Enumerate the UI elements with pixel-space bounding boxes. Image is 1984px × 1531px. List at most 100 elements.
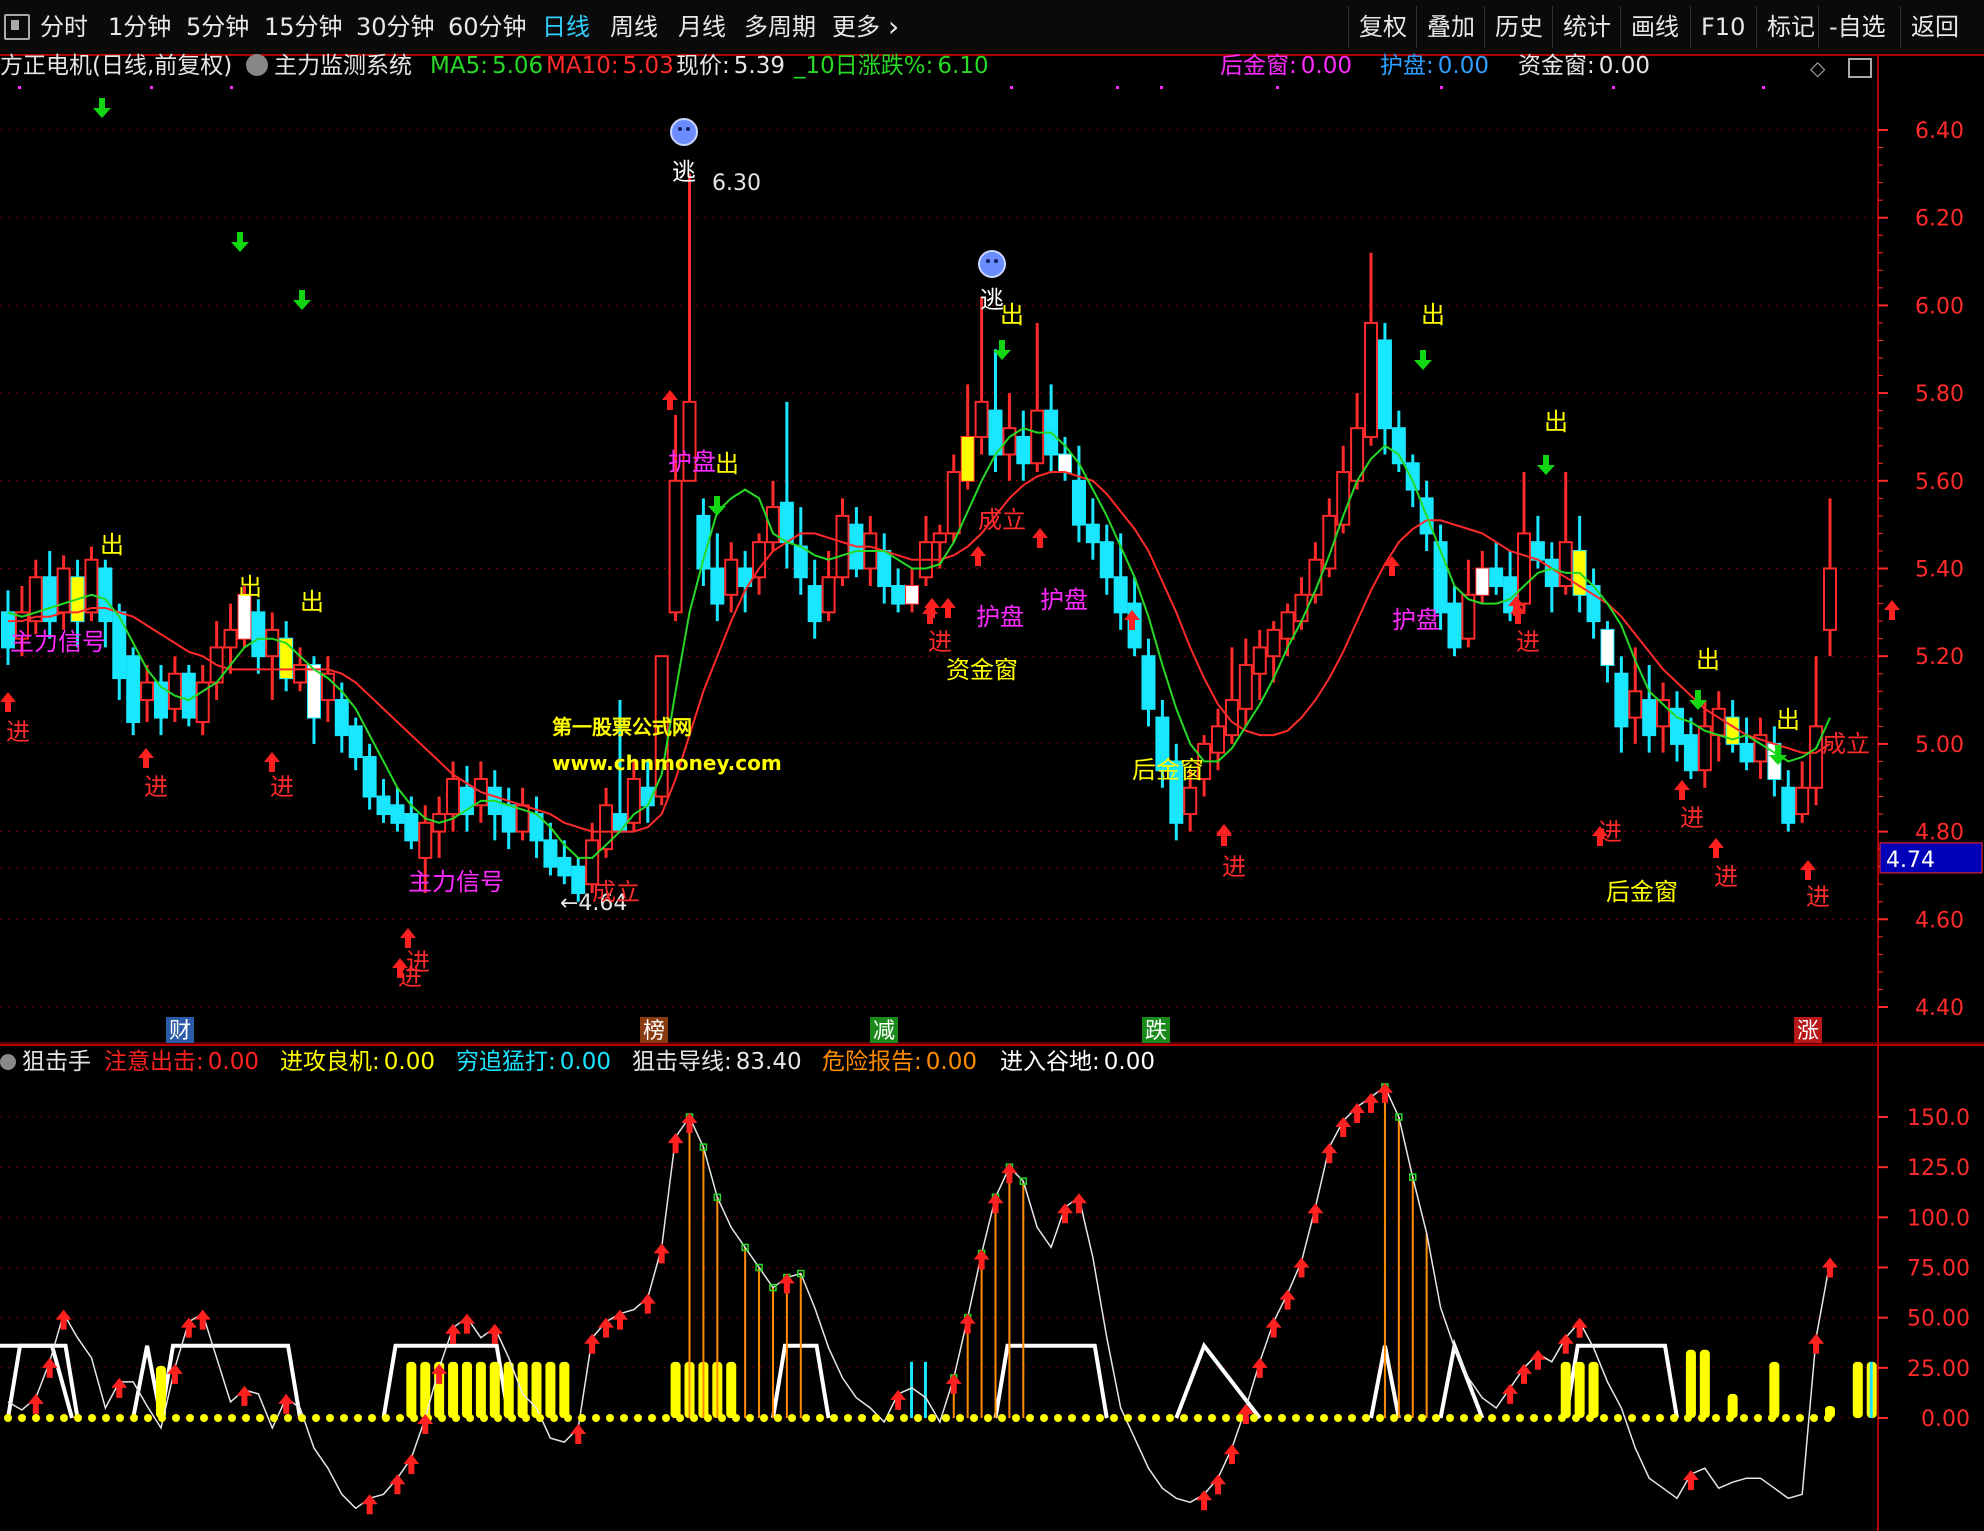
attack-arrow-icon: [1321, 1143, 1338, 1164]
candle-body: [501, 804, 516, 833]
zero-dot: [382, 1414, 390, 1422]
zero-dot: [1236, 1414, 1244, 1422]
candle-body: [1642, 699, 1657, 737]
price-tick-label: 6.00: [1915, 294, 1964, 319]
zero-dot: [592, 1414, 600, 1422]
sell-arrow-icon: [1537, 455, 1555, 475]
zero-dot: [312, 1414, 320, 1422]
attack-arrow-icon: [639, 1293, 656, 1314]
sell-label: 出: [1544, 408, 1568, 436]
zero-dot: [438, 1414, 446, 1422]
buy-label: 进: [1806, 883, 1830, 911]
price-tick-label: 5.20: [1915, 645, 1964, 670]
chart-area[interactable]: 6.40 6.20 6.00 5.80 5.60 5.40 5.20 5.00 4.80 4.60…: [0, 0, 1984, 1531]
zero-dot: [1614, 1414, 1622, 1422]
top-dot-marker: [230, 86, 233, 89]
attack-bar: [1699, 1349, 1710, 1418]
attack-arrow-icon: [890, 1389, 907, 1410]
buy-arrow-icon: [0, 692, 16, 712]
attack-bar: [475, 1361, 486, 1418]
zero-dot: [830, 1414, 838, 1422]
candle-body: [446, 777, 461, 816]
established-label: 成立: [978, 506, 1026, 534]
attack-bar: [1588, 1361, 1599, 1418]
candle-body: [793, 545, 808, 579]
protect-label: 护盘: [1392, 606, 1440, 634]
candle-body: [181, 672, 196, 719]
price-tick-label: 6.40: [1915, 119, 1964, 144]
zero-dot: [74, 1414, 82, 1422]
zero-dot: [1250, 1414, 1258, 1422]
attack-bar: [1769, 1361, 1780, 1418]
attack-arrow-icon: [1070, 1193, 1087, 1214]
candle-body: [821, 576, 836, 614]
price-tick-label: 5.00: [1915, 733, 1964, 758]
candle-body: [1016, 435, 1031, 465]
attack-arrow-icon: [1196, 1490, 1213, 1511]
attack-arrow-icon: [945, 1373, 962, 1394]
sell-arrow-icon: [93, 98, 111, 118]
zero-dot: [88, 1414, 96, 1422]
attack-arrow-icon: [458, 1313, 475, 1334]
zero-dot: [1684, 1414, 1692, 1422]
protect-label: 护盘: [668, 448, 716, 476]
price-tick-label: 4.60: [1915, 908, 1964, 933]
candle-body: [1530, 541, 1545, 561]
attack-arrow-icon: [584, 1333, 601, 1354]
event-badge-label: 榜: [643, 1019, 665, 1044]
signal-candle-body: [906, 586, 919, 604]
attack-arrow-icon: [1349, 1102, 1366, 1123]
zero-dot: [1698, 1414, 1706, 1422]
zero-dot: [872, 1414, 880, 1422]
zero-dot: [1040, 1414, 1048, 1422]
candle-body: [1544, 558, 1559, 588]
candle-body: [710, 567, 725, 605]
attack-arrow-icon: [1557, 1333, 1574, 1354]
zero-dot: [186, 1414, 194, 1422]
zero-dot: [1390, 1414, 1398, 1422]
zero-dot: [662, 1414, 670, 1422]
zero-dot: [774, 1414, 782, 1422]
candle-body: [404, 813, 419, 842]
attack-bar: [559, 1361, 570, 1418]
sell-label: 出: [1696, 646, 1720, 674]
signal-candle-body: [280, 638, 293, 679]
zero-dot: [270, 1414, 278, 1422]
pursuit-bar: [1869, 1361, 1873, 1418]
attack-bar: [1560, 1361, 1571, 1418]
zero-dot: [1712, 1414, 1720, 1422]
zero-dot: [1670, 1414, 1678, 1422]
attack-arrow-icon: [1335, 1117, 1352, 1138]
zero-dot: [4, 1414, 12, 1422]
candle-body: [348, 725, 363, 759]
zero-dot: [1082, 1414, 1090, 1422]
sell-label: 出: [1776, 706, 1800, 734]
top-dot-marker: [1612, 86, 1615, 89]
top-dot-marker: [1762, 86, 1765, 89]
candle-body: [1781, 786, 1796, 824]
attack-bar: [503, 1361, 514, 1418]
top-dot-marker: [1440, 86, 1443, 89]
zero-dot: [1334, 1414, 1342, 1422]
zero-dot: [1544, 1414, 1552, 1422]
zero-dot: [130, 1414, 138, 1422]
attack-arrow-icon: [1571, 1317, 1588, 1338]
candle-body: [1711, 707, 1726, 737]
attack-bar: [545, 1361, 556, 1418]
attack-arrow-icon: [1529, 1349, 1546, 1370]
zero-dot: [1642, 1414, 1650, 1422]
zero-dot: [1404, 1414, 1412, 1422]
zero-dot: [1208, 1414, 1216, 1422]
zero-dot: [1110, 1414, 1118, 1422]
zero-dot: [998, 1414, 1006, 1422]
candle-body: [612, 813, 627, 833]
zero-dot: [1516, 1414, 1524, 1422]
buy-label: 进: [6, 718, 30, 746]
candle-body: [334, 699, 349, 737]
zero-dot: [1068, 1414, 1076, 1422]
candle-body: [599, 804, 614, 851]
zero-dot: [466, 1414, 474, 1422]
attack-bar: [461, 1361, 472, 1418]
candle-body: [1294, 593, 1309, 623]
zero-dot: [984, 1414, 992, 1422]
